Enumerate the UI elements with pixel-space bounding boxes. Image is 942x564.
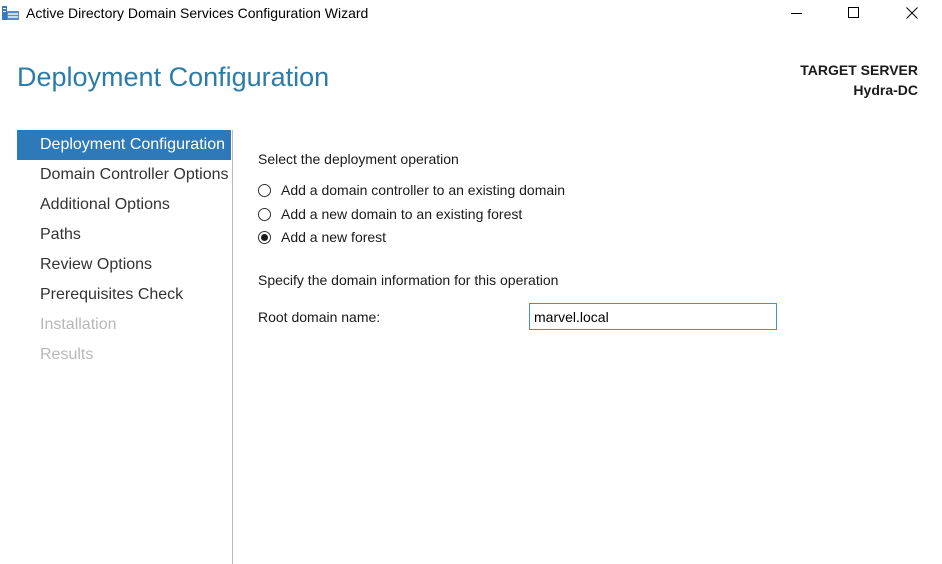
option-add-dc-existing-domain[interactable]: Add a domain controller to an existing d…	[258, 180, 565, 200]
root-domain-label: Root domain name:	[258, 309, 381, 325]
minimize-button[interactable]	[774, 0, 820, 26]
nav-item-domain-controller-options[interactable]: Domain Controller Options	[17, 160, 231, 190]
target-server-name: Hydra-DC	[853, 82, 918, 98]
maximize-icon	[848, 7, 859, 18]
nav-item-deployment-configuration[interactable]: Deployment Configuration	[17, 130, 231, 160]
minimize-icon	[791, 13, 802, 14]
maximize-button[interactable]	[831, 0, 877, 26]
nav-item-additional-options[interactable]: Additional Options	[17, 190, 231, 220]
radio-label: Add a domain controller to an existing d…	[281, 182, 566, 198]
option-add-domain-existing-forest[interactable]: Add a new domain to an existing forest	[258, 204, 522, 224]
target-server-label: TARGET SERVER	[800, 62, 918, 78]
nav-item-prerequisites-check[interactable]: Prerequisites Check	[17, 280, 231, 310]
page-title: Deployment Configuration	[17, 62, 330, 92]
nav-item-review-options[interactable]: Review Options	[17, 250, 231, 280]
window-title: Active Directory Domain Services Configu…	[26, 5, 369, 21]
operation-heading: Select the deployment operation	[258, 151, 459, 167]
radio-label: Add a new domain to an existing forest	[281, 206, 523, 222]
radio-label: Add a new forest	[281, 229, 387, 245]
close-button[interactable]	[889, 0, 935, 26]
radio-button[interactable]	[258, 183, 271, 197]
server-manager-icon	[2, 5, 20, 21]
nav-item-installation: Installation	[40, 316, 117, 333]
root-domain-input[interactable]	[529, 303, 777, 330]
radio-button[interactable]	[258, 207, 271, 221]
option-add-new-forest[interactable]: Add a new forest	[258, 227, 386, 247]
title-bar: Active Directory Domain Services Configu…	[0, 0, 942, 26]
nav-item-results: Results	[40, 346, 94, 363]
wizard-window: Active Directory Domain Services Configu…	[0, 0, 942, 564]
wizard-steps-nav: Deployment Configuration Domain Controll…	[17, 130, 231, 370]
nav-divider	[232, 130, 233, 564]
domain-info-heading: Specify the domain information for this …	[258, 272, 559, 288]
close-icon	[906, 7, 918, 19]
radio-button-selected[interactable]	[258, 230, 271, 244]
nav-item-paths[interactable]: Paths	[17, 220, 231, 250]
